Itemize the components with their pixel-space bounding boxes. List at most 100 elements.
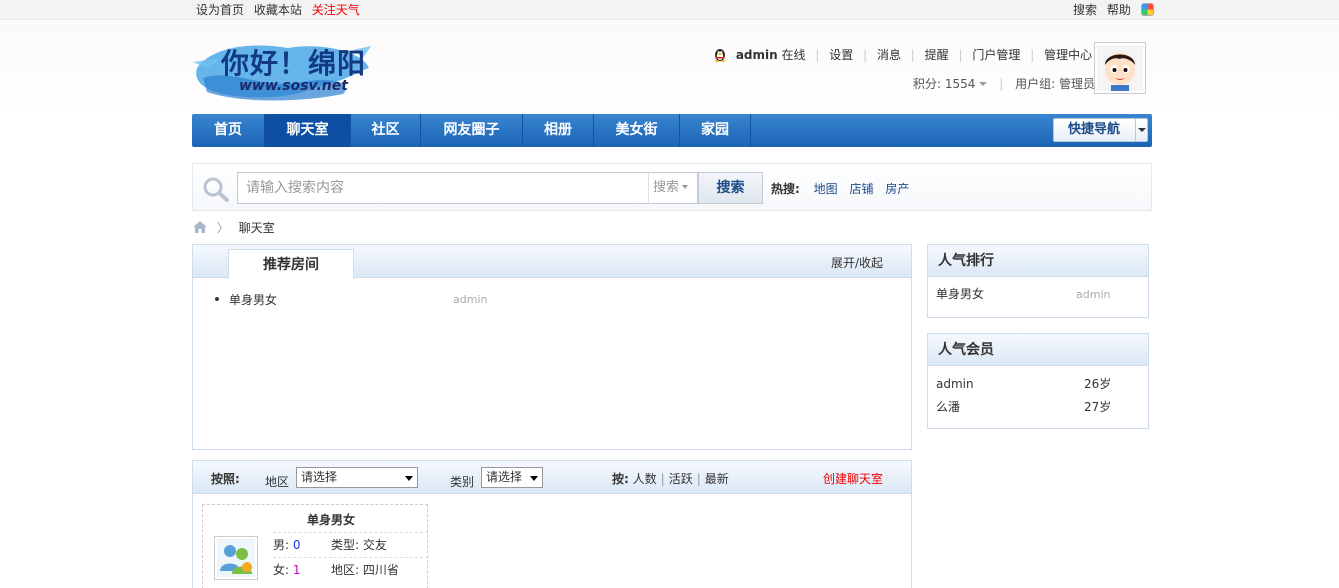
type-value: 交友 (362, 538, 387, 552)
room-region: 地区: 四川省 (331, 558, 399, 582)
create-chatroom-link[interactable]: 创建聊天室 (823, 470, 883, 487)
recommended-room-link[interactable]: 单身男女 (215, 291, 277, 308)
member-name-link[interactable]: 么潘 (936, 400, 960, 414)
popular-rank-panel: 人气排行 单身男女 admin (927, 244, 1149, 318)
popular-rank-item: 单身男女 admin (928, 283, 1148, 306)
logo-url: www.sosv.net (239, 78, 348, 94)
breadcrumb: 〉 聊天室 (193, 219, 275, 236)
sort-divider: | (660, 472, 665, 486)
sort-by-members[interactable]: 人数 (633, 472, 657, 486)
portal-admin-link[interactable]: 门户管理 (972, 48, 1020, 62)
room-thumbnail[interactable] (214, 536, 258, 580)
online-status: 在线 (781, 48, 806, 62)
panel-header: 推荐房间 展开/收起 (193, 245, 911, 279)
hot-search-label: 热搜: (771, 182, 800, 196)
nav-community[interactable]: 社区 (351, 114, 421, 147)
member-name-link[interactable]: admin (936, 377, 974, 391)
region-card-value: 四川省 (362, 563, 399, 577)
nav-home[interactable]: 首页 (192, 114, 265, 147)
avatar-cartoon-icon (1097, 45, 1143, 91)
nav-chatroom[interactable]: 聊天室 (265, 114, 351, 147)
room-card[interactable]: 单身男女 男: 0 类型: 交友 女: 1 地区: 四川省 (202, 504, 428, 588)
region-select[interactable]: 请选择 (296, 467, 418, 488)
room-owner[interactable]: admin (453, 293, 487, 306)
menu-divider: | (910, 48, 915, 62)
popular-members-panel: 人气会员 admin 26岁 么潘 27岁 (927, 333, 1149, 429)
search-bar: 请输入搜索内容 搜索 搜索 热搜: 地图 店铺 房产 (192, 163, 1152, 211)
male-count-value: 0 (292, 538, 301, 552)
theme-palette-icon[interactable] (1140, 3, 1154, 16)
popular-room-link[interactable]: 单身男女 (936, 287, 984, 301)
room-card-row-1: 男: 0 类型: 交友 (273, 532, 428, 556)
set-home-link[interactable]: 设为首页 (196, 3, 244, 17)
popular-rank-title: 人气排行 (928, 245, 1148, 277)
male-count: 男: 0 (273, 533, 301, 557)
nav-album[interactable]: 相册 (523, 114, 594, 147)
female-label: 女: (273, 563, 290, 577)
nav-beauty-street[interactable]: 美女街 (594, 114, 680, 147)
messages-link[interactable]: 消息 (877, 48, 901, 62)
username-link[interactable]: admin (736, 48, 778, 62)
popular-members-title: 人气会员 (928, 334, 1148, 366)
recommended-rooms-panel: 推荐房间 展开/收起 单身男女 admin (192, 244, 912, 450)
region-card-label: 地区: (331, 563, 360, 577)
help-link[interactable]: 帮助 (1107, 3, 1131, 17)
search-scope-select[interactable]: 搜索 (648, 172, 698, 204)
hot-link-property[interactable]: 房产 (885, 182, 909, 196)
category-select[interactable]: 请选择 (481, 467, 543, 488)
bookmark-link[interactable]: 收藏本站 (254, 3, 302, 17)
top-strip: 设为首页 收藏本站 关注天气 搜索 帮助 (0, 0, 1339, 20)
points-dropdown[interactable]: 积分: 1554 (913, 77, 988, 91)
admin-center-link[interactable]: 管理中心 (1044, 48, 1092, 62)
top-links: 设为首页 收藏本站 关注天气 (196, 1, 366, 18)
search-input[interactable]: 请输入搜索内容 (237, 172, 649, 204)
sort-divider: | (696, 472, 701, 486)
sort-by-newest[interactable]: 最新 (705, 472, 729, 486)
region-label: 地区 (265, 475, 290, 489)
chevron-down-icon (682, 185, 689, 189)
breadcrumb-current[interactable]: 聊天室 (239, 221, 275, 235)
room-card-row-2: 女: 1 地区: 四川省 (273, 557, 428, 581)
nav-friend-circles[interactable]: 网友圈子 (421, 114, 523, 147)
expand-collapse-link[interactable]: 展开/收起 (831, 254, 883, 271)
female-count-value: 1 (292, 563, 301, 577)
user-group-link[interactable]: 用户组: 管理员 (1015, 77, 1095, 91)
type-label: 类型: (331, 538, 360, 552)
popular-room-owner[interactable]: admin (1076, 283, 1110, 306)
search-button[interactable]: 搜索 (698, 172, 763, 204)
top-right-links: 搜索 帮助 (1073, 1, 1160, 18)
region-select-value: 请选择 (301, 470, 338, 484)
home-icon[interactable] (193, 221, 207, 233)
room-type: 类型: 交友 (331, 533, 387, 557)
sort-by-active[interactable]: 活跃 (669, 472, 693, 486)
nav-homeland[interactable]: 家园 (680, 114, 751, 147)
follow-weather-link[interactable]: 关注天气 (312, 3, 360, 17)
chevron-down-icon (405, 476, 413, 481)
tab-recommended-rooms[interactable]: 推荐房间 (228, 249, 354, 279)
hot-link-map[interactable]: 地图 (814, 182, 838, 196)
quick-nav-button[interactable]: 快捷导航 (1053, 118, 1148, 142)
filter-by-label: 按照: (211, 472, 240, 486)
avatar[interactable] (1094, 42, 1146, 94)
info-divider: | (999, 77, 1004, 91)
breadcrumb-separator: 〉 (216, 221, 229, 235)
settings-link[interactable]: 设置 (829, 48, 853, 62)
qq-penguin-icon (715, 49, 725, 62)
sort-label: 按: (612, 472, 629, 486)
hot-link-shops[interactable]: 店铺 (849, 182, 873, 196)
top-search-link[interactable]: 搜索 (1073, 3, 1097, 17)
room-card-name[interactable]: 单身男女 (203, 511, 429, 528)
reminders-link[interactable]: 提醒 (925, 48, 949, 62)
main-nav: 首页 聊天室 社区 网友圈子 相册 美女街 家园 快捷导航 (192, 114, 1152, 147)
member-row: 么潘 27岁 (928, 396, 1148, 419)
hot-searches: 热搜: 地图 店铺 房产 (771, 180, 917, 197)
member-row: admin 26岁 (928, 373, 1148, 396)
menu-divider: | (815, 48, 820, 62)
male-label: 男: (273, 538, 290, 552)
chevron-down-icon (979, 82, 988, 86)
menu-divider: | (1030, 48, 1035, 62)
site-logo[interactable]: 你好！绵阳 www.sosv.net (193, 32, 383, 104)
category-label: 类别 (450, 475, 475, 489)
chevron-down-icon (1135, 119, 1147, 141)
chevron-down-icon (530, 476, 538, 481)
